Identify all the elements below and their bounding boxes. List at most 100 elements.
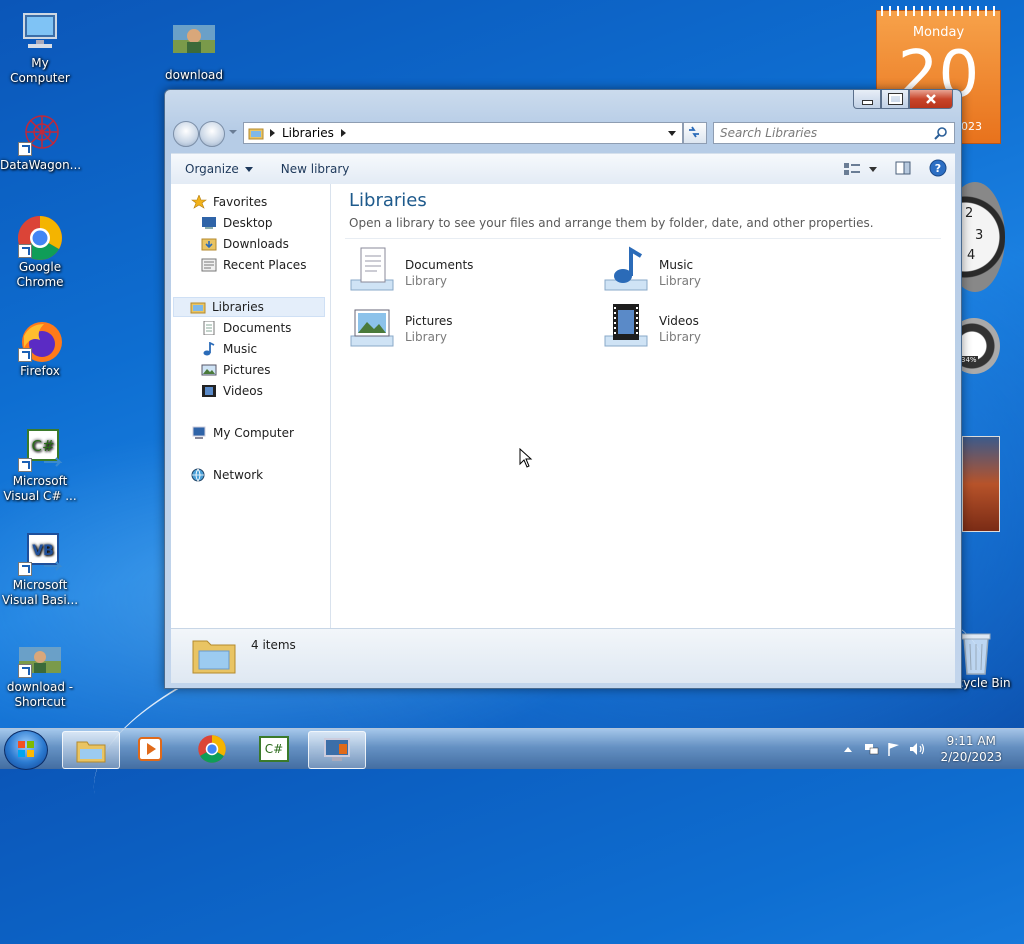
search-box[interactable]: Search Libraries [713,122,955,144]
nav-label: Network [213,468,264,482]
volume-icon[interactable] [908,741,926,757]
action-center-flag-icon[interactable] [886,741,902,757]
desktop-icon-visual-basic[interactable]: VB Microsoft Visual Basi... [0,532,80,608]
start-button[interactable] [4,730,48,770]
preview-pane-button[interactable] [895,161,911,178]
firefox-icon [16,318,64,362]
cpu-meter-value: 34% [960,356,978,364]
visual-csharp-icon: C# [259,736,289,762]
minimize-button[interactable] [853,90,881,109]
desktop-icon-label: download - Shortcut [6,680,74,709]
desktop-icon-my-computer[interactable]: My Computer [0,10,80,86]
libraries-folder-icon [248,128,264,140]
nav-item-downloads[interactable]: Downloads [201,234,289,254]
search-icon[interactable] [934,126,948,140]
content-pane: Libraries Open a library to see your fil… [331,184,955,628]
taskbar-media-player-button[interactable] [122,731,178,767]
recent-places-icon [201,258,217,272]
documents-library-icon [349,246,397,294]
close-icon [926,94,936,104]
desktop-icon-label: Microsoft Visual C# ... [3,474,77,503]
refresh-button[interactable] [683,122,707,144]
pictures-icon [201,363,217,377]
nav-item-libraries[interactable]: Libraries [173,297,325,317]
desktop-icon-visual-csharp[interactable]: C# Microsoft Visual C# ... [0,428,80,504]
nav-item-recent-places[interactable]: Recent Places [201,255,306,275]
nav-item-videos[interactable]: Videos [201,381,263,401]
taskbar-clock[interactable]: 9:11 AM 2/20/2023 [940,733,1002,765]
page-title: Libraries [349,190,427,211]
star-icon [191,194,207,209]
shortcut-arrow-icon [18,562,32,576]
libraries-folder-icon [190,300,206,314]
pictures-library-icon [349,302,397,350]
libraries-folder-icon [192,640,236,674]
desktop-icon-download[interactable]: download [154,22,234,83]
breadcrumb-libraries[interactable]: Libraries [282,126,334,140]
nav-label: My Computer [213,426,294,440]
datawagon-icon [16,112,64,156]
desktop-icon-google-chrome[interactable]: Google Chrome [0,214,80,290]
library-item-videos[interactable]: Videos Library [603,302,843,352]
library-item-pictures[interactable]: Pictures Library [349,302,589,352]
downloads-folder-icon [201,237,217,251]
item-count: 4 items [251,638,296,652]
clock-time: 9:11 AM [946,734,996,748]
change-view-button[interactable] [843,162,877,176]
taskbar-explorer-button[interactable] [62,731,120,769]
nav-item-desktop[interactable]: Desktop [201,213,273,233]
taskbar-remote-desktop-button[interactable] [308,731,366,769]
organize-menu[interactable]: Organize [171,162,267,176]
nav-item-favorites[interactable]: Favorites [191,192,267,212]
desktop-icon-firefox[interactable]: Firefox [0,318,80,379]
videos-icon [201,384,217,398]
library-item-music[interactable]: Music Library [603,246,843,296]
desktop-icon-label: My Computer [10,56,70,85]
nav-label: Favorites [213,195,268,209]
help-button[interactable]: ? [929,159,947,180]
nav-item-music[interactable]: Music [201,339,257,359]
desktop-icon-datawagon[interactable]: DataWagon... [0,112,81,173]
shortcut-arrow-icon [18,244,32,258]
shortcut-arrow-icon [18,458,32,472]
command-bar: Organize New library ? [171,153,955,185]
nav-label: Desktop [223,216,273,230]
explorer-window[interactable]: Libraries Search Libraries Organize New … [164,89,962,689]
nav-label: Libraries [212,300,264,314]
desktop-icon-label: download [164,68,224,82]
taskbar-visual-csharp-button[interactable]: C# [246,731,302,767]
divider [345,238,941,239]
library-item-documents[interactable]: Documents Library [349,246,589,296]
library-type: Library [405,330,447,344]
svg-text:?: ? [935,162,941,175]
address-bar[interactable]: Libraries [243,122,683,144]
videos-library-icon [603,302,651,350]
clock-number: 4 [967,248,976,263]
forward-button[interactable] [199,121,225,147]
nav-item-documents[interactable]: Documents [201,318,291,338]
network-icon[interactable] [864,741,880,757]
address-row: Libraries Search Libraries [171,120,955,147]
slideshow-gadget[interactable] [962,436,1000,532]
search-input[interactable]: Search Libraries [714,126,934,140]
nav-item-my-computer[interactable]: My Computer [191,423,294,443]
taskbar-chrome-button[interactable] [184,731,240,767]
image-thumbnail-icon [16,644,64,678]
help-icon: ? [929,159,947,176]
back-button[interactable] [173,121,199,147]
show-hidden-icons-chevron-icon[interactable] [844,746,853,752]
library-name: Documents [405,258,474,272]
breadcrumb-chevron-icon[interactable] [340,129,346,137]
address-dropdown-icon[interactable] [668,130,676,136]
svg-text:C#: C# [31,437,54,455]
library-type: Library [659,274,701,288]
computer-icon [191,426,207,440]
close-button[interactable] [909,90,953,109]
nav-item-pictures[interactable]: Pictures [201,360,271,380]
desktop-icon-download-shortcut[interactable]: download - Shortcut [0,644,80,710]
recent-pages-chevron-icon[interactable] [229,130,237,134]
new-library-button[interactable]: New library [267,162,364,176]
nav-item-network[interactable]: Network [191,465,263,485]
maximize-button[interactable] [881,90,909,109]
nav-label: Recent Places [223,258,307,272]
